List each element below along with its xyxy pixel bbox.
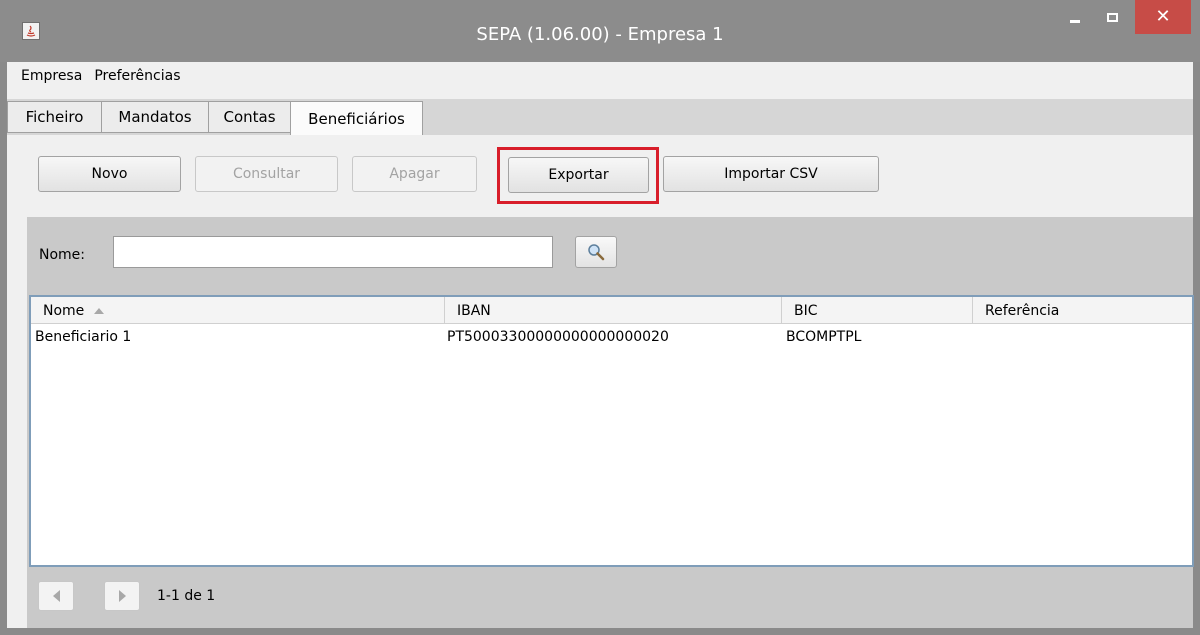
cell-iban: PT50003300000000000000020: [447, 329, 669, 345]
col-header-referencia[interactable]: Referência: [973, 297, 1192, 324]
maximize-icon: [1106, 12, 1118, 22]
pager: 1-1 de 1: [27, 571, 1193, 628]
tab-contas[interactable]: Contas: [208, 101, 291, 133]
tab-mandatos[interactable]: Mandatos: [101, 101, 209, 133]
title-bar[interactable]: SEPA (1.06.00) - Empresa 1 ✕: [0, 0, 1200, 62]
table-panel: Nome IBAN BIC Referência Beneficiario 1 …: [27, 291, 1194, 628]
menu-bar: Empresa Preferências: [7, 62, 1193, 90]
apagar-button[interactable]: Apagar: [352, 156, 477, 192]
consultar-button[interactable]: Consultar: [195, 156, 338, 192]
window-title: SEPA (1.06.00) - Empresa 1: [476, 24, 724, 45]
table-row[interactable]: Beneficiario 1 PT50003300000000000000020…: [31, 327, 1192, 351]
maximize-button[interactable]: [1097, 0, 1127, 34]
client-area: Empresa Preferências Ficheiro Mandatos C…: [7, 62, 1194, 628]
nome-search-input[interactable]: [113, 236, 553, 268]
table-header: Nome IBAN BIC Referência: [31, 297, 1192, 324]
filter-bar: Nome:: [27, 217, 1193, 291]
col-header-nome[interactable]: Nome: [31, 297, 445, 324]
exportar-button[interactable]: Exportar: [508, 157, 649, 193]
tab-beneficiarios[interactable]: Beneficiários: [290, 101, 423, 136]
next-page-button[interactable]: [104, 581, 140, 611]
col-header-iban[interactable]: IBAN: [445, 297, 782, 324]
sort-ascending-icon: [94, 307, 105, 314]
cell-bic: BCOMPTPL: [786, 329, 862, 345]
col-header-bic[interactable]: BIC: [782, 297, 973, 324]
toolbar: Novo Consultar Apagar Exportar Importar …: [7, 135, 1193, 217]
minimize-button[interactable]: [1060, 0, 1090, 34]
close-icon: ✕: [1155, 6, 1171, 27]
importar-csv-button[interactable]: Importar CSV: [663, 156, 879, 192]
beneficiarios-table[interactable]: Nome IBAN BIC Referência Beneficiario 1 …: [29, 295, 1194, 567]
page-info: 1-1 de 1: [157, 588, 216, 604]
nome-label: Nome:: [39, 247, 86, 263]
menu-preferencias[interactable]: Preferências: [88, 68, 186, 84]
col-header-nome-label: Nome: [43, 302, 85, 319]
cell-nome: Beneficiario 1: [35, 329, 132, 345]
menu-empresa[interactable]: Empresa: [15, 68, 88, 84]
magnifier-icon: [588, 244, 605, 261]
arrow-right-icon: [118, 590, 126, 602]
search-button[interactable]: [575, 236, 617, 268]
app-window: SEPA (1.06.00) - Empresa 1 ✕ Empresa Pre…: [0, 0, 1200, 635]
previous-page-button[interactable]: [38, 581, 74, 611]
arrow-left-icon: [52, 590, 60, 602]
tab-strip: Ficheiro Mandatos Contas Beneficiários: [7, 99, 1193, 136]
tab-ficheiro[interactable]: Ficheiro: [7, 101, 102, 133]
minimize-icon: [1070, 19, 1080, 23]
novo-button[interactable]: Novo: [38, 156, 181, 192]
close-button[interactable]: ✕: [1135, 0, 1191, 34]
